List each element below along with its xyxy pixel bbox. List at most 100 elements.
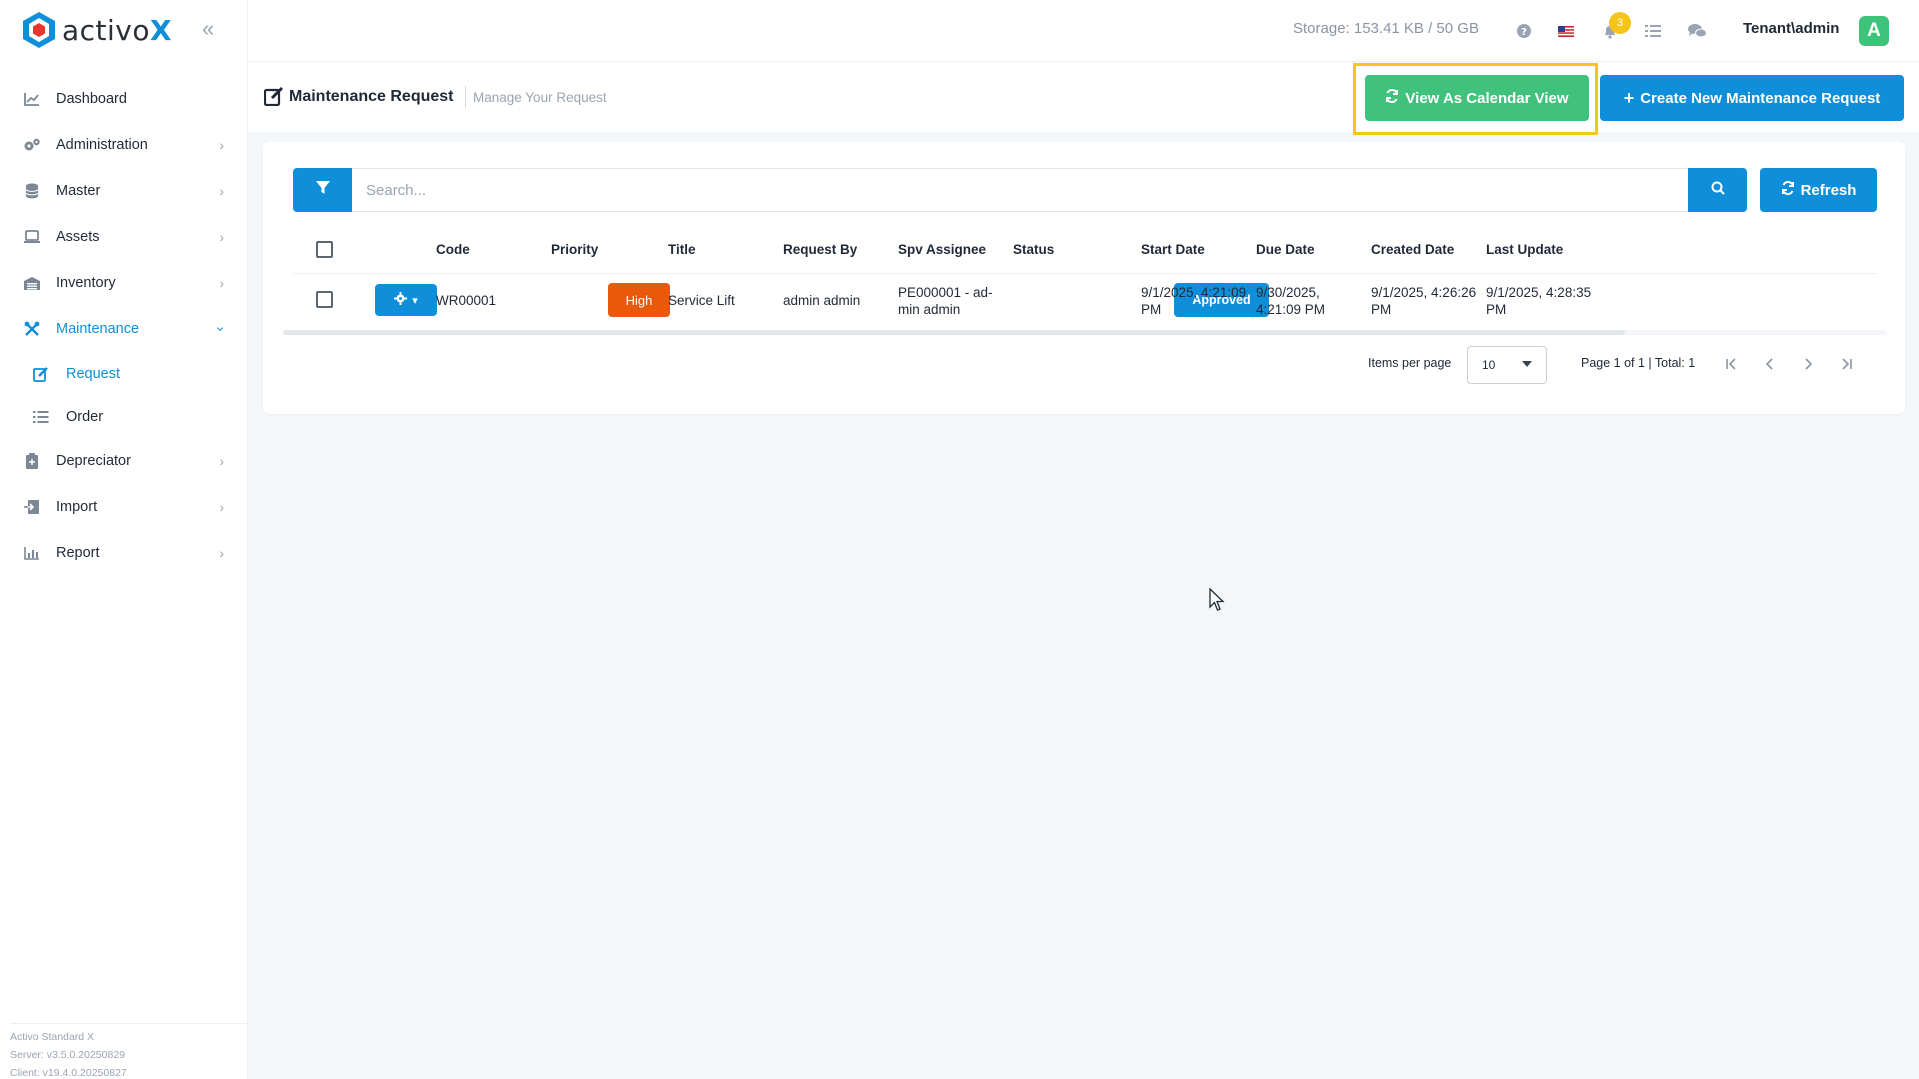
sidebar-item-label: Master: [56, 183, 101, 199]
sidebar-subitem-label: Request: [66, 365, 121, 382]
sidebar-item-label: Dashboard: [56, 91, 127, 107]
sidebar-subitem-request[interactable]: Request: [0, 352, 248, 395]
collapse-sidebar-icon[interactable]: «: [202, 16, 214, 42]
search-icon: [1711, 181, 1725, 200]
caret-down-icon: ▾: [412, 294, 418, 307]
column-header-start-date[interactable]: Start Date: [1141, 242, 1205, 257]
last-page-icon[interactable]: [1834, 352, 1858, 376]
sidebar-subitem-label: Order: [66, 408, 104, 425]
logo-word: activo: [62, 13, 151, 47]
previous-page-icon[interactable]: [1758, 352, 1782, 376]
list-icon: [32, 408, 50, 426]
column-header-request-by[interactable]: Request By: [783, 242, 857, 257]
sidebar-item-report[interactable]: Report ›: [0, 530, 248, 576]
column-header-created-date[interactable]: Created Date: [1371, 242, 1454, 257]
next-page-icon[interactable]: [1796, 352, 1820, 376]
logo[interactable]: activoX: [22, 10, 172, 50]
cell-spv-assignee: PE000001 - ad- min admin: [898, 284, 993, 318]
sidebar-item-dashboard[interactable]: Dashboard: [0, 76, 248, 122]
sidebar-item-administration[interactable]: Administration ›: [0, 122, 248, 168]
column-header-code[interactable]: Code: [436, 242, 470, 257]
cell-created-date-line: PM: [1371, 302, 1392, 317]
chart-line-icon: [22, 89, 42, 109]
sidebar-item-label: Inventory: [56, 275, 116, 291]
task-list-icon[interactable]: [1641, 19, 1665, 43]
create-request-label: Create New Maintenance Request: [1640, 89, 1881, 107]
avatar[interactable]: A: [1859, 16, 1889, 46]
column-header-title[interactable]: Title: [668, 242, 696, 257]
sidebar-item-inventory[interactable]: Inventory ›: [0, 260, 248, 306]
column-header-spv-assignee[interactable]: Spv Assignee: [898, 242, 986, 257]
chevron-right-icon: ›: [219, 229, 224, 245]
chevron-down-icon: ›: [213, 326, 230, 332]
table-row[interactable]: ▾ WR00001 High Service Lift admin admin …: [293, 274, 1877, 326]
sidebar-item-assets[interactable]: Assets ›: [0, 214, 248, 260]
mouse-cursor-icon: [1209, 587, 1225, 617]
view-calendar-button[interactable]: View As Calendar View: [1365, 75, 1589, 121]
warehouse-icon: [22, 273, 42, 293]
chat-icon[interactable]: [1685, 19, 1709, 43]
sidebar-item-label: Maintenance: [56, 321, 140, 337]
cell-start-date-line: PM: [1141, 302, 1162, 317]
edit-icon: [263, 86, 284, 111]
sidebar-item-import[interactable]: Import ›: [0, 484, 248, 530]
version-info: Activo Standard X Server: v3.5.0.2025082…: [10, 1023, 248, 1079]
filter-button[interactable]: [293, 168, 352, 212]
chevron-right-icon: ›: [219, 453, 224, 469]
help-icon[interactable]: ?: [1512, 19, 1536, 43]
search-input[interactable]: [352, 168, 1688, 212]
request-card: Refresh Code Priority Title Request By S…: [263, 142, 1905, 414]
server-version: Server: v3.5.0.20250829: [10, 1049, 125, 1061]
chevron-right-icon: ›: [219, 499, 224, 515]
table-header: Code Priority Title Request By Spv Assig…: [293, 224, 1877, 274]
us-flag-icon[interactable]: [1554, 19, 1578, 43]
sidebar-item-depreciator[interactable]: Depreciator ›: [0, 438, 248, 484]
page-title: Maintenance Request: [289, 88, 454, 105]
pagination: Items per page 10 Page 1 of 1 | Total: 1: [263, 344, 1905, 384]
row-checkbox[interactable]: [316, 291, 333, 308]
search-button[interactable]: [1688, 168, 1747, 212]
sidebar-item-maintenance[interactable]: Maintenance ›: [0, 306, 248, 352]
items-per-page-label: Items per page: [1368, 356, 1452, 370]
priority-badge: High: [608, 283, 670, 317]
cell-start-date-line: 9/1/2025, 4:21:09: [1141, 285, 1247, 300]
sidebar-subitem-order[interactable]: Order: [0, 395, 248, 438]
page-info: Page 1 of 1 | Total: 1: [1581, 356, 1696, 370]
tools-icon: [22, 319, 42, 339]
items-per-page-select[interactable]: 10: [1467, 346, 1547, 384]
refresh-button[interactable]: Refresh: [1760, 168, 1877, 212]
cell-last-update-line: PM: [1486, 302, 1507, 317]
storage-usage: Storage: 153.41 KB / 50 GB: [1293, 20, 1479, 37]
logo-hexagon-icon: [22, 11, 56, 49]
chevron-right-icon: ›: [219, 275, 224, 291]
page-subtitle: Manage Your Request: [473, 90, 607, 105]
column-header-due-date[interactable]: Due Date: [1256, 242, 1315, 257]
sidebar-item-master[interactable]: Master ›: [0, 168, 248, 214]
chevron-right-icon: ›: [219, 137, 224, 153]
product-name: Activo Standard X: [10, 1031, 95, 1043]
filter-icon: [315, 180, 330, 200]
first-page-icon[interactable]: [1720, 352, 1744, 376]
notification-badge: 3: [1609, 12, 1631, 34]
column-header-status[interactable]: Status: [1013, 242, 1054, 257]
horizontal-scrollbar[interactable]: [283, 328, 1887, 336]
sidebar-item-label: Import: [56, 499, 98, 515]
select-all-checkbox[interactable]: [316, 241, 333, 258]
user-name[interactable]: Tenant\admin: [1743, 20, 1839, 37]
cell-created-date-line: 9/1/2025, 4:26:26: [1371, 285, 1477, 300]
column-header-priority[interactable]: Priority: [551, 242, 598, 257]
cell-title: Service Lift: [668, 293, 735, 308]
cell-spv-assignee-line: min admin: [898, 302, 961, 317]
cell-last-update: 9/1/2025, 4:28:35 PM: [1486, 284, 1591, 318]
column-header-last-update[interactable]: Last Update: [1486, 242, 1563, 257]
cell-due-date-line: 9/30/2025,: [1256, 285, 1320, 300]
chevron-right-icon: ›: [219, 183, 224, 199]
create-request-button[interactable]: + Create New Maintenance Request: [1600, 75, 1904, 121]
title-divider: [465, 86, 466, 108]
import-icon: [22, 497, 42, 517]
scrollbar-thumb[interactable]: [283, 330, 1625, 335]
sidebar-item-label: Report: [56, 545, 100, 561]
row-actions-button[interactable]: ▾: [375, 284, 437, 316]
plus-icon: +: [1623, 88, 1635, 108]
gear-icon: [394, 292, 408, 308]
